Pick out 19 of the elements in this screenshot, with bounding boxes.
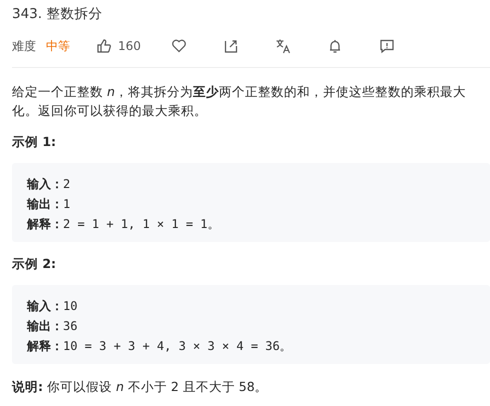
code-line: 输出：1 bbox=[27, 196, 72, 213]
code-line: 解释：10 = 3 + 3 + 4, 3 × 3 × 4 = 36。 bbox=[27, 338, 293, 355]
difficulty-label: 难度 bbox=[12, 38, 36, 54]
translate-icon[interactable] bbox=[274, 38, 291, 54]
code-line: 输出：36 bbox=[27, 318, 78, 335]
problem-title: 343. 整数拆分 bbox=[12, 5, 104, 23]
example-heading: 示例 2: bbox=[12, 255, 58, 273]
comment-icon[interactable] bbox=[378, 38, 395, 54]
share-icon[interactable] bbox=[222, 38, 239, 54]
difficulty-level: 中等 bbox=[46, 38, 70, 54]
example-heading: 示例 1: bbox=[12, 133, 58, 151]
code-line: 输入：10 bbox=[27, 298, 78, 315]
note-text: 说明: 你可以假设 n 不小于 2 且不大于 58。 bbox=[12, 378, 269, 396]
code-line: 输入：2 bbox=[27, 176, 72, 193]
thumbs-up-icon bbox=[96, 38, 112, 54]
like-button[interactable]: 160 bbox=[96, 38, 141, 54]
problem-description: 给定一个正整数 n，将其拆分为至少两个正整数的和，并使这些整数的乘积最大化。返回你可以获得的最大乘积。 bbox=[12, 83, 467, 120]
heart-icon[interactable] bbox=[170, 38, 187, 54]
code-line: 解释：2 = 1 + 1, 1 × 1 = 1。 bbox=[27, 216, 220, 233]
